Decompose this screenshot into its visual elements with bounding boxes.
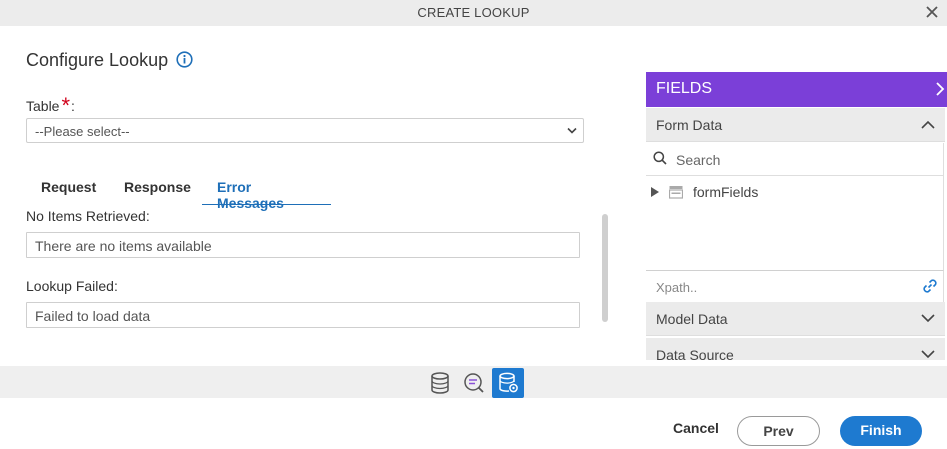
info-icon[interactable] [176,51,193,68]
model-data-accordion[interactable]: Model Data [646,302,945,336]
close-icon[interactable] [922,2,942,22]
table-icon [669,186,683,199]
page-title: Configure Lookup [26,50,169,70]
scrollbar[interactable] [602,214,608,322]
search-placeholder: Search [676,152,721,168]
dialog-titlebar: CREATE LOOKUP [0,0,947,26]
xpath-placeholder: Xpath.. [656,280,698,295]
no-items-value: There are no items available [35,238,212,254]
prev-button[interactable]: Prev [737,416,820,446]
form-data-accordion[interactable]: Form Data [646,108,945,142]
fields-tree: formFields [646,176,944,271]
required-mark: * [61,93,71,118]
table-label-colon: : [71,98,75,114]
table-label: Table*: [26,91,75,118]
dialog-title: CREATE LOOKUP [417,5,530,20]
chevron-down-icon [921,350,935,359]
table-select[interactable]: --Please select-- [26,118,584,143]
caret-right-icon[interactable] [651,187,659,197]
link-icon[interactable] [921,277,939,295]
cancel-button[interactable]: Cancel [668,420,724,442]
model-data-label: Model Data [656,311,728,327]
xpath-input[interactable]: Xpath.. [646,271,944,302]
table-label-text: Table [26,98,60,114]
active-tab-indicator [202,204,331,205]
lookup-failed-value: Failed to load data [35,308,151,324]
fields-panel: FIELDS Form Data Search formFields Xpath… [646,72,947,360]
tab-request[interactable]: Request [41,172,96,205]
database-icon [431,372,449,394]
finish-button[interactable]: Finish [840,416,922,446]
chevron-down-icon [921,314,935,323]
data-source-label: Data Source [656,347,734,360]
no-items-input[interactable]: There are no items available [26,232,580,258]
no-items-label: No Items Retrieved: [26,208,150,224]
lookup-failed-label: Lookup Failed: [26,278,118,294]
form-data-label: Form Data [656,117,723,133]
database-settings-button[interactable] [492,368,524,398]
database-button[interactable] [424,368,456,398]
search-query-icon [464,373,484,393]
step-toolbar [0,366,947,398]
table-select-value: --Please select-- [35,124,130,139]
database-settings-icon [499,372,518,393]
tab-error-messages[interactable]: Error Messages [217,172,284,211]
tab-response[interactable]: Response [124,172,191,205]
fields-panel-header: FIELDS [646,72,947,107]
data-source-accordion[interactable]: Data Source [646,338,945,360]
chevron-up-icon [921,120,935,129]
fields-search[interactable]: Search [646,143,944,176]
query-button[interactable] [458,368,490,398]
chevron-right-icon[interactable] [935,81,945,97]
lookup-failed-input[interactable]: Failed to load data [26,302,580,328]
tree-item-label: formFields [693,184,759,200]
search-icon [653,151,667,165]
chevron-down-icon [567,127,577,134]
fields-panel-title: FIELDS [656,80,713,97]
